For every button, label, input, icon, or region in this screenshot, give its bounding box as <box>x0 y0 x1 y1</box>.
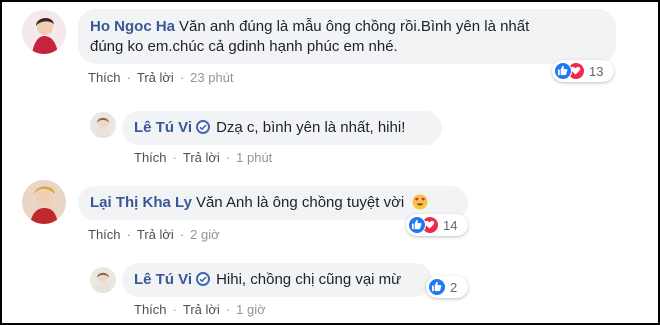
like-icon <box>554 62 572 80</box>
comment-author[interactable]: Lê Tú Vi <box>134 119 192 136</box>
like-link[interactable]: Thích <box>88 227 121 242</box>
comment-actions: Thích · Trả lời · 1 phút <box>134 150 272 165</box>
like-link[interactable]: Thích <box>88 70 121 85</box>
timestamp[interactable]: 2 giờ <box>190 227 220 242</box>
separator-dot: · <box>126 227 131 242</box>
like-icon <box>408 216 426 234</box>
reaction-count: 2 <box>450 279 458 295</box>
comment-bubble: Lê Tú Vi Dzạ c, bình yên là nhất, hihi! <box>122 111 442 145</box>
separator-dot: · <box>225 302 231 317</box>
reply-link[interactable]: Trả lời <box>183 302 220 317</box>
avatar[interactable] <box>90 112 116 138</box>
timestamp[interactable]: 1 phút <box>236 150 272 165</box>
comment-author[interactable]: Ho Ngoc Ha <box>90 18 175 35</box>
separator-dot: · <box>172 302 177 317</box>
heart-eyes-emoji-icon <box>412 194 428 210</box>
comment-text: đúng ko em.chúc cả gdinh hạnh phúc em nh… <box>90 38 398 55</box>
comment-thread: Ho Ngoc Ha Văn anh đúng là mẫu ông chồng … <box>0 0 660 325</box>
comment-text: Văn Anh là ông chồng tuyệt vời <box>195 194 405 211</box>
comment-bubble: Lê Tú Vi Hihi, chồng chị cũng vại mừ <box>122 263 432 297</box>
comment-text: Hihi, chồng chị cũng vại mừ <box>216 271 402 288</box>
comment-author[interactable]: Lại Thị Kha Ly <box>90 194 192 211</box>
separator-dot: · <box>225 150 231 165</box>
avatar[interactable] <box>90 267 116 293</box>
separator-dot: · <box>172 150 177 165</box>
separator-dot: · <box>179 70 185 85</box>
like-icon <box>428 278 446 296</box>
like-link[interactable]: Thích <box>134 150 167 165</box>
reply-link[interactable]: Trả lời <box>137 70 174 85</box>
comment-text: Dzạ c, bình yên là nhất, hihi! <box>216 119 406 136</box>
timestamp[interactable]: 1 giờ <box>236 302 266 317</box>
comment-author[interactable]: Lê Tú Vi <box>134 271 192 288</box>
comment-text: Văn anh đúng là mẫu ông chồng rồi.Bình y… <box>179 18 530 35</box>
separator-dot: · <box>126 70 131 85</box>
comment-bubble: Ho Ngoc Ha Văn anh đúng là mẫu ông chồng … <box>78 9 616 64</box>
reaction-summary[interactable]: 2 <box>426 276 468 298</box>
reply-link[interactable]: Trả lời <box>183 150 220 165</box>
comment-actions: Thích · Trả lời · 2 giờ <box>88 227 220 242</box>
like-link[interactable]: Thích <box>134 302 167 317</box>
comment-actions: Thích · Trả lời · 1 giờ <box>134 302 266 317</box>
separator-dot: · <box>179 227 185 242</box>
reply-link[interactable]: Trả lời <box>137 227 174 242</box>
comment-bubble: Lại Thị Kha Ly Văn Anh là ông chồng tuyệt… <box>78 186 468 220</box>
reaction-summary[interactable]: 13 <box>552 60 614 82</box>
avatar[interactable] <box>22 10 66 54</box>
reaction-summary[interactable]: 14 <box>406 214 468 236</box>
verified-badge-icon <box>196 120 211 134</box>
avatar[interactable] <box>22 180 66 224</box>
reaction-count: 13 <box>589 63 604 79</box>
timestamp[interactable]: 23 phút <box>190 70 233 85</box>
reaction-count: 14 <box>443 217 458 233</box>
comment-actions: Thích · Trả lời · 23 phút <box>88 70 234 85</box>
verified-badge-icon <box>196 272 211 286</box>
